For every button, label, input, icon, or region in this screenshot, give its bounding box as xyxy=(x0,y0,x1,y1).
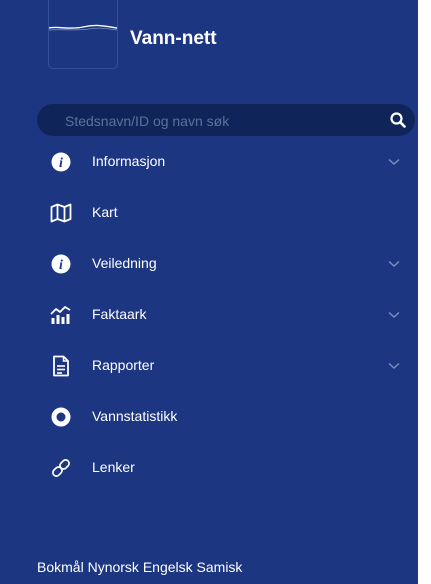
link-icon xyxy=(50,457,72,479)
app-header: Vann-nett xyxy=(0,0,418,90)
app-logo[interactable] xyxy=(48,0,118,69)
language-samisk[interactable]: Samisk xyxy=(197,559,243,575)
main-menu: i Informasjon Kart i Veiledning Faktaark… xyxy=(0,137,418,494)
chevron-down-icon[interactable] xyxy=(388,311,400,319)
chevron-down-icon[interactable] xyxy=(388,158,400,166)
document-icon xyxy=(50,355,72,377)
menu-item-label: Informasjon xyxy=(92,153,166,169)
map-icon xyxy=(50,202,72,224)
info-circle-icon: i xyxy=(50,253,72,275)
menu-item-rapporter[interactable]: Rapporter xyxy=(0,341,418,392)
menu-item-label: Lenker xyxy=(92,459,135,475)
search-icon[interactable] xyxy=(389,111,407,129)
sidebar: Vann-nett i Informasjon xyxy=(0,0,418,584)
language-switcher: Bokmål Nynorsk Engelsk Samisk xyxy=(37,559,242,575)
chevron-down-icon[interactable] xyxy=(388,260,400,268)
ring-icon xyxy=(50,406,72,428)
search-bar xyxy=(37,104,415,138)
svg-text:i: i xyxy=(59,258,63,273)
menu-item-kart[interactable]: Kart xyxy=(0,188,418,239)
water-wave-icon xyxy=(49,24,117,31)
app-title[interactable]: Vann-nett xyxy=(130,28,217,50)
search-input[interactable] xyxy=(63,104,367,138)
menu-item-label: Kart xyxy=(92,204,118,220)
chevron-down-icon[interactable] xyxy=(388,362,400,370)
menu-item-label: Veiledning xyxy=(92,255,157,271)
chart-icon xyxy=(50,304,72,326)
language-engelsk[interactable]: Engelsk xyxy=(143,559,193,575)
language-bokmal[interactable]: Bokmål xyxy=(37,559,84,575)
menu-item-informasjon[interactable]: i Informasjon xyxy=(0,137,418,188)
language-nynorsk[interactable]: Nynorsk xyxy=(88,559,139,575)
menu-item-label: Vannstatistikk xyxy=(92,408,178,424)
svg-text:i: i xyxy=(59,156,63,171)
menu-item-lenker[interactable]: Lenker xyxy=(0,443,418,494)
menu-item-vannstatistikk[interactable]: Vannstatistikk xyxy=(0,392,418,443)
menu-item-veiledning[interactable]: i Veiledning xyxy=(0,239,418,290)
menu-item-label: Rapporter xyxy=(92,357,155,373)
menu-item-label: Faktaark xyxy=(92,306,147,322)
info-circle-icon: i xyxy=(50,151,72,173)
menu-item-faktaark[interactable]: Faktaark xyxy=(0,290,418,341)
